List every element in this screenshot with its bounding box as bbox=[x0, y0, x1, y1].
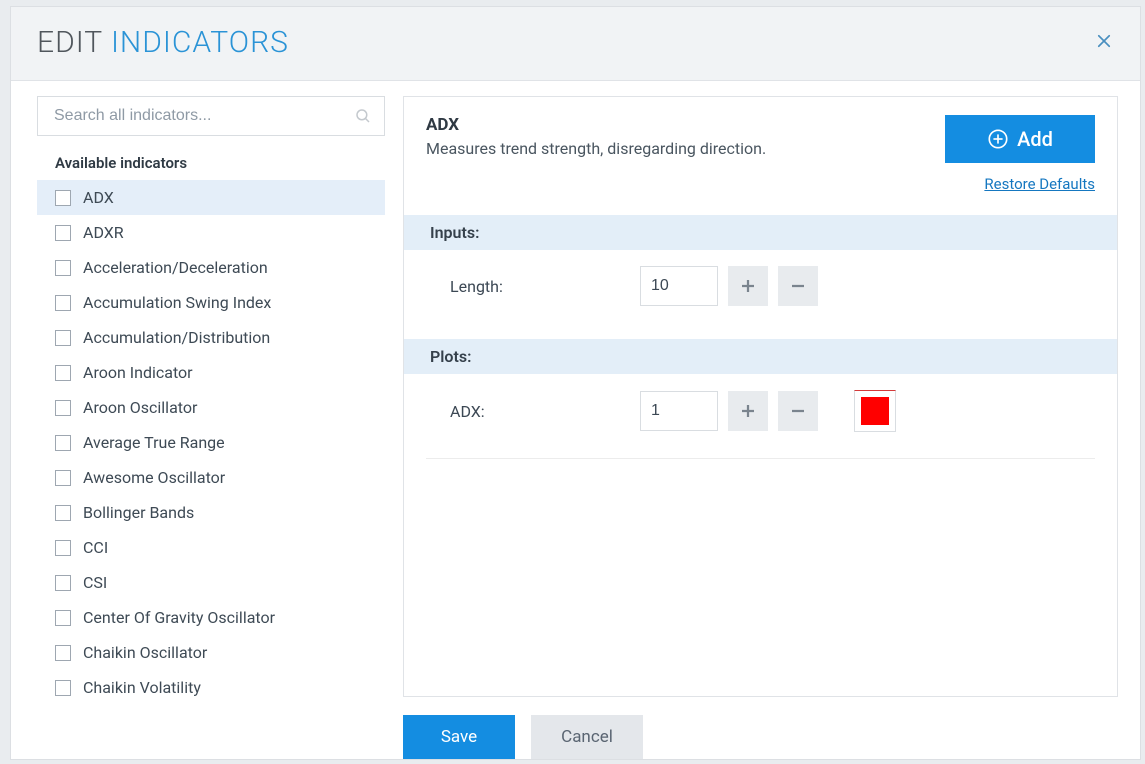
indicator-checkbox[interactable] bbox=[55, 540, 71, 556]
indicator-item-label: Accumulation Swing Index bbox=[83, 293, 271, 312]
indicator-item-label: Average True Range bbox=[83, 433, 225, 452]
indicator-item[interactable]: Aroon Indicator bbox=[37, 355, 385, 390]
indicator-checkbox[interactable] bbox=[55, 610, 71, 626]
indicator-item-label: CSI bbox=[83, 573, 107, 592]
indicator-list[interactable]: ADX ADXR Acceleration/Deceleration Accumula… bbox=[37, 180, 385, 759]
plus-icon bbox=[739, 402, 757, 420]
restore-defaults-link[interactable]: Restore Defaults bbox=[984, 175, 1095, 193]
indicator-checkbox[interactable] bbox=[55, 295, 71, 311]
indicator-checkbox[interactable] bbox=[55, 400, 71, 416]
indicator-item-label: Acceleration/Deceleration bbox=[83, 258, 268, 277]
indicator-item[interactable]: Accumulation/Distribution bbox=[37, 320, 385, 355]
search-input[interactable] bbox=[52, 106, 354, 126]
indicator-item-label: Chaikin Volatility bbox=[83, 678, 201, 697]
indicator-description: Measures trend strength, disregarding di… bbox=[426, 139, 766, 158]
inputs-section-header: Inputs: bbox=[404, 215, 1117, 250]
indicator-item-label: ADXR bbox=[83, 223, 124, 242]
close-icon bbox=[1095, 32, 1113, 50]
indicator-item[interactable]: Acceleration/Deceleration bbox=[37, 250, 385, 285]
indicator-item-label: Center Of Gravity Oscillator bbox=[83, 608, 275, 627]
indicator-item-label: Aroon Indicator bbox=[83, 363, 193, 382]
modal-header: EDIT INDICATORS bbox=[11, 7, 1140, 81]
search-icon bbox=[354, 107, 372, 125]
indicator-checkbox[interactable] bbox=[55, 260, 71, 276]
indicator-item-label: ADX bbox=[83, 188, 114, 207]
parameter-value-input[interactable] bbox=[640, 391, 718, 431]
indicator-checkbox[interactable] bbox=[55, 680, 71, 696]
plus-icon bbox=[739, 277, 757, 295]
indicator-item-label: Chaikin Oscillator bbox=[83, 643, 207, 662]
parameter-label: ADX: bbox=[450, 402, 640, 421]
indicator-list-pane: Available indicators ADX ADXR Acceleration… bbox=[37, 96, 385, 759]
indicator-item-label: Awesome Oscillator bbox=[83, 468, 225, 487]
indicator-checkbox[interactable] bbox=[55, 365, 71, 381]
modal-title-prefix: EDIT bbox=[37, 25, 111, 60]
indicator-item-label: Accumulation/Distribution bbox=[83, 328, 270, 347]
minus-icon bbox=[789, 277, 807, 295]
indicator-item[interactable]: Chaikin Volatility bbox=[37, 670, 385, 705]
search-wrap bbox=[37, 96, 385, 136]
indicator-item[interactable]: Awesome Oscillator bbox=[37, 460, 385, 495]
indicator-checkbox[interactable] bbox=[55, 435, 71, 451]
parameter-value-input[interactable] bbox=[640, 266, 718, 306]
close-button[interactable] bbox=[1090, 27, 1118, 55]
indicator-item-label: Bollinger Bands bbox=[83, 503, 194, 522]
indicator-checkbox[interactable] bbox=[55, 645, 71, 661]
add-button[interactable]: Add bbox=[945, 115, 1095, 163]
increment-button[interactable] bbox=[728, 391, 768, 431]
indicator-item-label: CCI bbox=[83, 538, 108, 557]
save-button[interactable]: Save bbox=[403, 715, 515, 759]
indicator-checkbox[interactable] bbox=[55, 225, 71, 241]
decrement-button[interactable] bbox=[778, 391, 818, 431]
indicator-name: ADX bbox=[426, 115, 766, 135]
indicator-checkbox[interactable] bbox=[55, 470, 71, 486]
indicator-detail-pane: ADX Measures trend strength, disregardin… bbox=[403, 96, 1118, 759]
indicator-item[interactable]: Aroon Oscillator bbox=[37, 390, 385, 425]
indicator-item[interactable]: Bollinger Bands bbox=[37, 495, 385, 530]
increment-button[interactable] bbox=[728, 266, 768, 306]
indicator-checkbox[interactable] bbox=[55, 330, 71, 346]
indicator-item[interactable]: CCI bbox=[37, 530, 385, 565]
indicator-checkbox[interactable] bbox=[55, 190, 71, 206]
modal-title-accent: INDICATORS bbox=[111, 25, 289, 60]
parameter-row: ADX: bbox=[426, 374, 1095, 459]
color-swatch bbox=[861, 397, 889, 425]
modal-title: EDIT INDICATORS bbox=[37, 25, 289, 60]
indicator-checkbox[interactable] bbox=[55, 575, 71, 591]
plots-section-header: Plots: bbox=[404, 339, 1117, 374]
indicator-detail-card: ADX Measures trend strength, disregardin… bbox=[403, 96, 1118, 697]
add-button-label: Add bbox=[1017, 127, 1053, 151]
indicator-item[interactable]: ADX bbox=[37, 180, 385, 215]
indicator-item[interactable]: Accumulation Swing Index bbox=[37, 285, 385, 320]
indicator-item[interactable]: Chaikin Oscillator bbox=[37, 635, 385, 670]
edit-indicators-modal: EDIT INDICATORS Available indicators ADX… bbox=[10, 6, 1141, 760]
indicator-item[interactable]: CSI bbox=[37, 565, 385, 600]
cancel-button[interactable]: Cancel bbox=[531, 715, 643, 759]
parameter-label: Length: bbox=[450, 277, 640, 296]
decrement-button[interactable] bbox=[778, 266, 818, 306]
available-indicators-label: Available indicators bbox=[37, 136, 385, 182]
footer-buttons: Save Cancel bbox=[403, 697, 1118, 759]
color-picker[interactable] bbox=[854, 390, 896, 432]
plus-circle-icon bbox=[987, 128, 1009, 150]
indicator-checkbox[interactable] bbox=[55, 505, 71, 521]
indicator-item[interactable]: Center Of Gravity Oscillator bbox=[37, 600, 385, 635]
parameter-row: Length: bbox=[426, 250, 1095, 319]
indicator-item[interactable]: ADXR bbox=[37, 215, 385, 250]
indicator-item-label: Aroon Oscillator bbox=[83, 398, 197, 417]
indicator-item[interactable]: Average True Range bbox=[37, 425, 385, 460]
minus-icon bbox=[789, 402, 807, 420]
